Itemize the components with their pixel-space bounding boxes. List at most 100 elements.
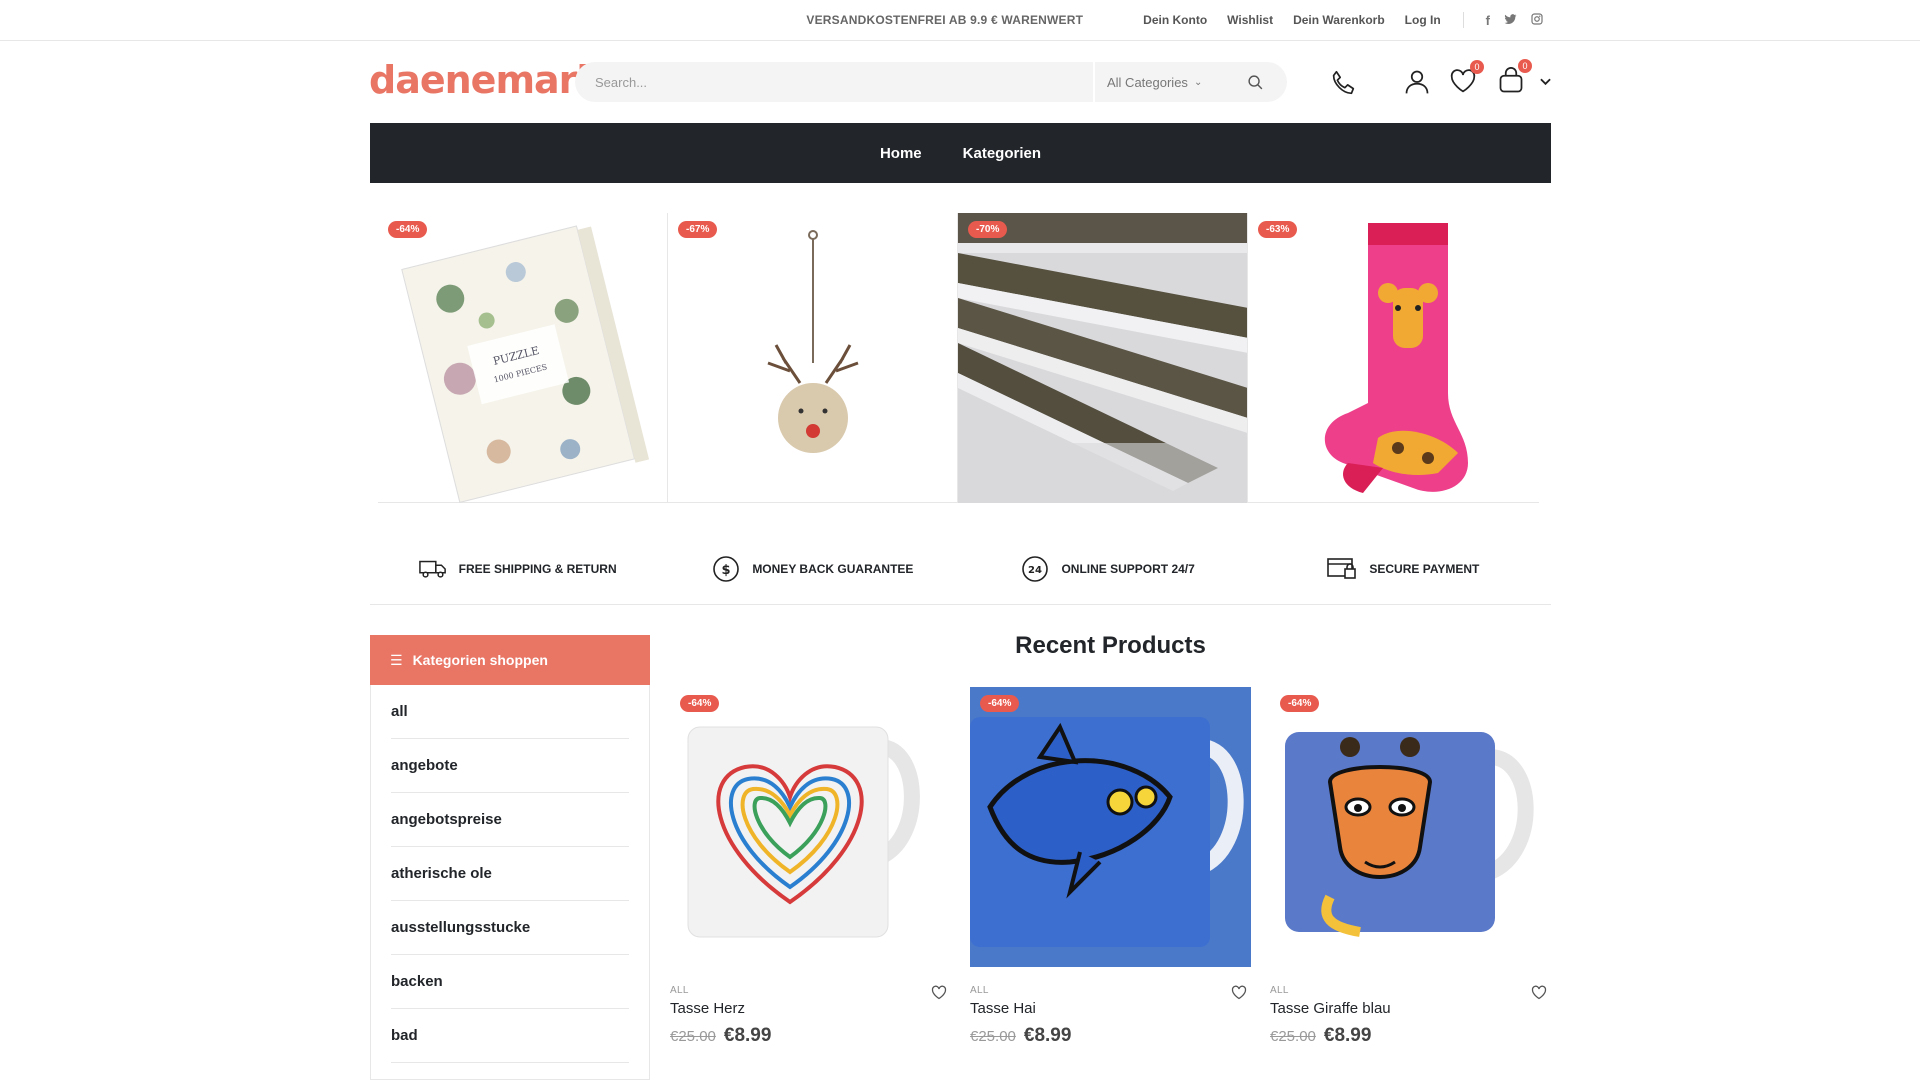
product-category[interactable]: ALL — [970, 985, 1251, 996]
feature-money-back: $ MONEY BACK GUARANTEE — [665, 533, 960, 604]
search-button[interactable] — [1223, 62, 1287, 102]
wishlist-heart-icon[interactable] — [1531, 985, 1547, 1005]
category-item-all[interactable]: all — [391, 685, 629, 739]
twitter-icon[interactable] — [1504, 13, 1517, 28]
category-item-ausstellungsstucke[interactable]: ausstellungsstucke — [391, 901, 629, 955]
wishlist-count-badge: 0 — [1470, 60, 1484, 74]
truck-icon — [418, 560, 446, 578]
main-nav: Home Kategorien — [370, 123, 1551, 183]
category-item-backen[interactable]: backen — [391, 955, 629, 1009]
search-icon — [1247, 74, 1262, 89]
category-item-bad[interactable]: bad — [391, 1009, 629, 1063]
category-item-atherische-ole[interactable]: atherische ole — [391, 847, 629, 901]
svg-text:$: $ — [722, 563, 731, 578]
discount-badge: -64% — [680, 695, 720, 712]
svg-text:24: 24 — [1028, 565, 1042, 576]
giraffe-mug-image — [1270, 687, 1551, 967]
product-card[interactable]: -64% ALL Tasse Giraffe blau €25.00 €8.99 — [1270, 687, 1551, 1047]
product-category[interactable]: ALL — [1270, 985, 1551, 996]
sidebar-header[interactable]: ☰ Kategorien shoppen — [370, 635, 650, 685]
product-meta: ALL Tasse Giraffe blau €25.00 €8.99 — [1270, 985, 1551, 1047]
category-item-angebote[interactable]: angebote — [391, 739, 629, 793]
category-item-angebotspreise[interactable]: angebotspreise — [391, 793, 629, 847]
feature-label: FREE SHIPPING & RETURN — [458, 561, 617, 576]
nav-home[interactable]: Home — [880, 145, 922, 162]
product-meta: ALL Tasse Herz €25.00 €8.99 — [670, 985, 951, 1047]
user-icon[interactable] — [1400, 65, 1434, 99]
category-select-label: All Categories — [1107, 74, 1188, 90]
feature-label: ONLINE SUPPORT 24/7 — [1061, 561, 1195, 576]
social-links: f — [1486, 13, 1543, 28]
nav-kategorien[interactable]: Kategorien — [963, 145, 1041, 162]
featured-product-doormat[interactable]: -70% — [958, 213, 1248, 503]
discount-badge: -64% — [980, 695, 1020, 712]
category-select[interactable]: All Categories ⌄ — [1093, 62, 1223, 102]
feature-secure-payment: SECURE PAYMENT — [1256, 533, 1551, 604]
featured-product-sock[interactable]: -63% — [1248, 213, 1538, 503]
support-24-icon: 24 — [1022, 555, 1049, 582]
discount-badge: -64% — [388, 221, 428, 238]
product-meta: ALL Tasse Hai €25.00 €8.99 — [970, 985, 1251, 1047]
menu-icon: ☰ — [390, 651, 403, 668]
discount-badge: -63% — [1258, 221, 1298, 238]
shipping-promo: VERSANDKOSTENFREI AB 9.9 € WARENWERT — [806, 13, 1084, 27]
link-wishlist[interactable]: Wishlist — [1227, 13, 1273, 27]
secure-payment-icon — [1327, 557, 1357, 579]
product-price: €25.00 €8.99 — [670, 1025, 951, 1047]
top-bar-links: VERSANDKOSTENFREI AB 9.9 € WARENWERT Dei… — [806, 0, 1543, 40]
product-name[interactable]: Tasse Hai — [970, 1000, 1251, 1017]
featured-product-puzzle[interactable]: -64% PUZZLE 1000 PIECES — [378, 213, 668, 503]
product-name[interactable]: Tasse Giraffe blau — [1270, 1000, 1551, 1017]
wishlist-heart-icon[interactable] — [1231, 985, 1247, 1005]
puzzle-box-image: PUZZLE 1000 PIECES — [401, 225, 650, 503]
link-account[interactable]: Dein Konto — [1143, 13, 1207, 27]
old-price: €25.00 — [670, 1028, 716, 1045]
old-price: €25.00 — [970, 1028, 1016, 1045]
search-input[interactable] — [575, 62, 1093, 102]
cart-icon[interactable]: 0 — [1496, 59, 1532, 97]
feature-free-shipping: FREE SHIPPING & RETURN — [370, 533, 665, 604]
feature-online-support: 24 ONLINE SUPPORT 24/7 — [961, 533, 1256, 604]
shark-mug-image — [970, 687, 1251, 967]
product-image[interactable]: -64% — [670, 687, 951, 967]
sale-price: €8.99 — [1023, 1025, 1072, 1046]
category-sidebar: ☰ Kategorien shoppen all angebote angebo… — [370, 635, 650, 1080]
category-list: all angebote angebotspreise atherische o… — [371, 685, 649, 1063]
chevron-down-icon: ⌄ — [1193, 76, 1203, 88]
phone-icon[interactable] — [1326, 66, 1360, 100]
feature-label: MONEY BACK GUARANTEE — [752, 561, 914, 576]
sale-price: €8.99 — [1323, 1025, 1372, 1046]
discount-badge: -70% — [968, 221, 1008, 238]
facebook-icon[interactable]: f — [1486, 13, 1490, 28]
wishlist-heart-icon[interactable] — [931, 985, 947, 1005]
product-image[interactable]: -64% — [1270, 687, 1551, 967]
divider — [1462, 12, 1464, 28]
chevron-down-icon[interactable] — [1538, 76, 1552, 88]
featured-product-reindeer[interactable]: -67% — [668, 213, 958, 503]
old-price: €25.00 — [1270, 1028, 1316, 1045]
link-cart[interactable]: Dein Warenkorb — [1293, 13, 1385, 27]
giraffe-sock-image — [1324, 223, 1468, 493]
instagram-icon[interactable] — [1531, 12, 1543, 28]
reindeer-ornament-image — [767, 230, 859, 453]
top-bar: VERSANDKOSTENFREI AB 9.9 € WARENWERT Dei… — [0, 0, 1920, 41]
feature-label: SECURE PAYMENT — [1369, 561, 1480, 576]
service-features: FREE SHIPPING & RETURN $ MONEY BACK GUAR… — [370, 533, 1551, 605]
product-name[interactable]: Tasse Herz — [670, 1000, 951, 1017]
sale-price: €8.99 — [723, 1025, 772, 1046]
link-login[interactable]: Log In — [1405, 13, 1441, 27]
site-logo[interactable]: daenemark — [369, 58, 602, 102]
recent-products-title: Recent Products — [1015, 632, 1206, 659]
cart-count-badge: 0 — [1518, 59, 1532, 73]
product-image[interactable]: -64% — [970, 687, 1251, 967]
product-category[interactable]: ALL — [670, 985, 951, 996]
heart-mug-image — [670, 687, 951, 967]
wishlist-icon[interactable]: 0 — [1448, 60, 1484, 96]
discount-badge: -64% — [1280, 695, 1320, 712]
featured-products: -64% PUZZLE 1000 PIECES -67% -70% -63% — [378, 213, 1539, 503]
product-card[interactable]: -64% ALL Tasse Hai €25.00 €8.99 — [970, 687, 1251, 1047]
sidebar-title: Kategorien shoppen — [412, 652, 548, 668]
product-card[interactable]: -64% ALL Tasse Herz €25.00 €8.99 — [670, 687, 951, 1047]
discount-badge: -67% — [678, 221, 718, 238]
product-price: €25.00 €8.99 — [1270, 1025, 1551, 1047]
